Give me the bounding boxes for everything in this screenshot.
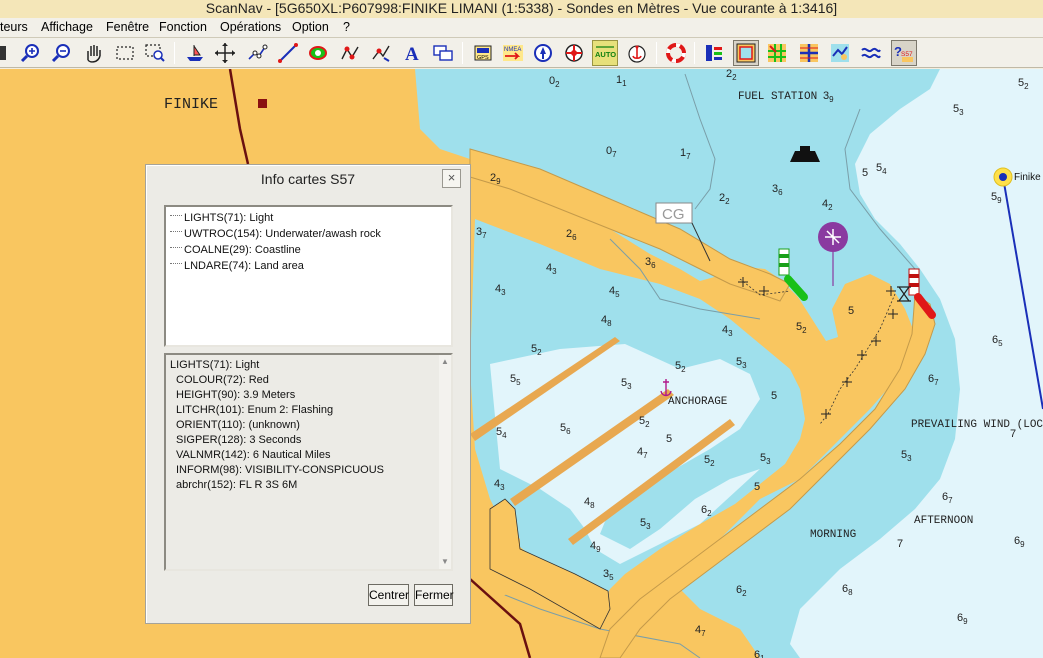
- object-tree[interactable]: LIGHTS(71): Light UWTROC(154): Underwate…: [164, 205, 453, 347]
- svg-text:CG: CG: [662, 206, 685, 223]
- menu-operations[interactable]: Opérations: [220, 20, 281, 34]
- sounding: 7: [897, 538, 903, 550]
- menu-affichage[interactable]: Affichage: [41, 20, 93, 34]
- menu-bar: teurs Affichage Fenêtre Fonction Opérati…: [0, 18, 1043, 38]
- toolbar-separator: [462, 42, 463, 64]
- wind-icon[interactable]: [827, 40, 853, 66]
- gps-text: GPS: [477, 55, 489, 61]
- morning-label: MORNING: [810, 529, 856, 541]
- attribute-header: LIGHTS(71): Light: [170, 359, 260, 371]
- toolbar-separator: [694, 42, 695, 64]
- menu-fenetre[interactable]: Fenêtre: [106, 20, 149, 34]
- scroll-up-icon[interactable]: ▲: [440, 357, 450, 367]
- sounding: 5: [666, 433, 672, 445]
- windows-icon[interactable]: [430, 40, 456, 66]
- window-title-bar: ScanNav - [5G650XL:P607998:FINIKE LIMANI…: [0, 0, 1043, 18]
- tree-item-lndare[interactable]: LNDARE(74): Land area: [170, 258, 447, 274]
- dialog-title: Info cartes S57: [260, 171, 356, 187]
- north-up-icon[interactable]: [530, 40, 556, 66]
- target-icon[interactable]: [561, 40, 587, 66]
- menu-help[interactable]: ?: [343, 20, 350, 34]
- current-icon[interactable]: [858, 40, 884, 66]
- anchor-alarm-icon[interactable]: [624, 40, 650, 66]
- grid-icon[interactable]: [764, 40, 790, 66]
- tree-item-coalne[interactable]: COALNE(29): Coastline: [170, 242, 447, 258]
- place-label: FINIKE: [164, 96, 218, 113]
- attribute-row: SIGPER(128): 3 Seconds: [176, 434, 302, 446]
- dialog-close-button[interactable]: ×: [442, 169, 461, 188]
- waypoint-route-icon[interactable]: [337, 40, 363, 66]
- attribute-row: COLOUR(72): Red: [176, 374, 269, 386]
- sounding: 5: [771, 390, 777, 402]
- fuel-station-label: FUEL STATION: [738, 91, 817, 103]
- attribute-row: LITCHR(101): Enum 2: Flashing: [176, 404, 334, 416]
- menu-fonction[interactable]: Fonction: [159, 20, 207, 34]
- crosshair-grid-icon[interactable]: [796, 40, 822, 66]
- sounding: 7: [1010, 428, 1016, 440]
- toolbar-separator: [174, 42, 175, 64]
- menu-option[interactable]: Option: [292, 20, 329, 34]
- s57-info-dialog: Info cartes S57 × LIGHTS(71): Light UWTR…: [145, 164, 471, 624]
- afternoon-label: AFTERNOON: [914, 515, 973, 527]
- nmea-text: NMEA: [504, 47, 521, 53]
- attribute-row: HEIGHT(90): 3.9 Meters: [176, 389, 296, 401]
- attribute-scrollbar[interactable]: ▲ ▼: [439, 355, 451, 569]
- town-marker: [258, 99, 267, 108]
- gps-icon[interactable]: GPS: [470, 40, 496, 66]
- anchorage-label: ANCHORAGE: [668, 396, 728, 408]
- attribute-row: INFORM(98): VISIBILITY-CONSPICUOUS: [176, 464, 385, 476]
- boat-icon[interactable]: [182, 40, 208, 66]
- attribute-row: VALNMR(142): 6 Nautical Miles: [176, 449, 331, 461]
- hand-pan-icon[interactable]: [80, 40, 106, 66]
- auto-text: AUTO: [595, 50, 616, 59]
- sounding: 5: [862, 167, 868, 179]
- center-button[interactable]: Centrer: [368, 584, 409, 606]
- select-rect-icon[interactable]: [112, 40, 138, 66]
- attribute-row: abrchr(152): FL R 3S 6M: [176, 479, 298, 491]
- prevailing-wind-label: PREVAILING WIND (LOC: [911, 419, 1043, 431]
- chart-frame-icon[interactable]: [733, 40, 759, 66]
- close-button[interactable]: Fermer: [414, 584, 454, 606]
- nmea-icon[interactable]: NMEA: [500, 40, 526, 66]
- s57-text: S57: [901, 51, 913, 58]
- zoom-out-icon[interactable]: [49, 40, 75, 66]
- svg-text:A: A: [405, 44, 419, 64]
- toolbar-separator: [656, 42, 657, 64]
- scroll-down-icon[interactable]: ▼: [440, 557, 450, 567]
- select-zoom-icon[interactable]: [142, 40, 168, 66]
- window-title: ScanNav - [5G650XL:P607998:FINIKE LIMANI…: [205, 0, 838, 16]
- tree-item-lights[interactable]: LIGHTS(71): Light: [170, 210, 447, 226]
- zoom-in-icon[interactable]: [18, 40, 44, 66]
- attribute-row: ORIENT(110): (unknown): [176, 419, 300, 431]
- layers-icon[interactable]: [701, 40, 727, 66]
- text-icon[interactable]: A: [399, 40, 425, 66]
- toolbar: A GPS NMEA AUTO ? S57: [0, 38, 1043, 68]
- sounding: 5: [754, 481, 760, 493]
- measure-icon[interactable]: [275, 40, 301, 66]
- route-icon[interactable]: [244, 40, 270, 66]
- waypoint-edit-icon[interactable]: [368, 40, 394, 66]
- s57-info-icon[interactable]: ? S57: [891, 40, 917, 66]
- center-cross-icon[interactable]: [212, 40, 238, 66]
- finike-waypoint-label: Finike: [1014, 172, 1041, 183]
- attribute-panel[interactable]: LIGHTS(71): Light COLOUR(72): Red HEIGHT…: [164, 353, 453, 571]
- sounding: 5: [848, 305, 854, 317]
- auto-icon[interactable]: AUTO: [592, 40, 618, 66]
- overlay-icon[interactable]: [305, 40, 331, 66]
- lifebuoy-icon[interactable]: [663, 40, 689, 66]
- menu-editeurs[interactable]: teurs: [0, 20, 28, 34]
- tree-item-uwtroc[interactable]: UWTROC(154): Underwater/awash rock: [170, 226, 447, 242]
